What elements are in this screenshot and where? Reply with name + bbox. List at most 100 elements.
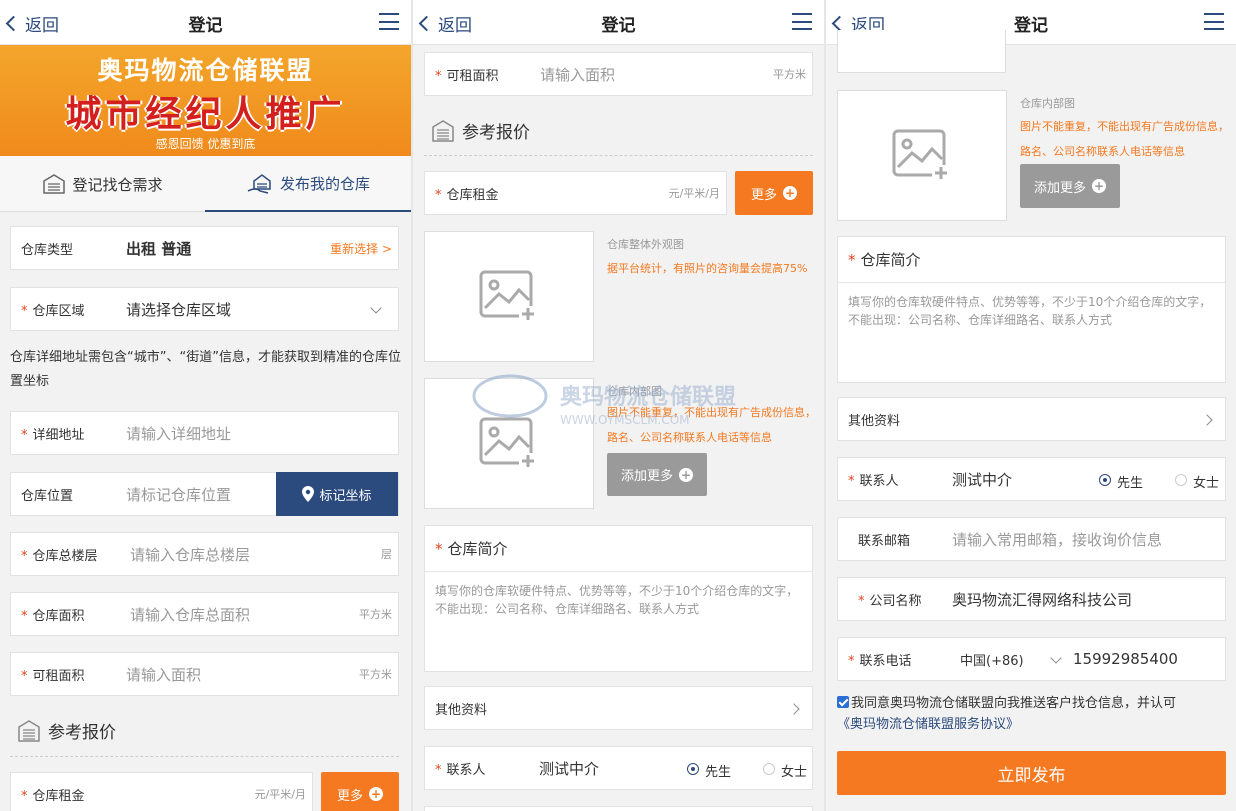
radio-mr-label: 先生 — [705, 765, 732, 780]
rent-area-placeholder: 请输入面积 — [126, 665, 202, 684]
add-more-label: 添加更多 — [620, 469, 673, 484]
other-info-label: 其他资料 — [848, 413, 901, 429]
area-field[interactable]: * 仓库面积 请输入仓库总面积 平方米 — [10, 592, 399, 636]
mark-button-label: 标记坐标 — [319, 488, 372, 504]
warehouse-icon — [18, 719, 40, 742]
radio-mr-label: 先生 — [1117, 476, 1144, 491]
email-label: 联系邮箱 — [858, 533, 911, 549]
exterior-image-upload[interactable] — [837, 30, 1006, 73]
warehouse-icon — [43, 174, 66, 194]
address-note: 仓库详细地址需包含“城市”、“街道”信息，才能获取到精准的仓库位置坐标 — [10, 350, 401, 389]
radio-ms[interactable] — [1175, 474, 1187, 486]
menu-icon[interactable] — [792, 13, 812, 30]
rent-unit: 元/平米/月 — [254, 788, 306, 801]
interior-image-upload[interactable] — [837, 90, 1007, 221]
area-label: 仓库面积 — [32, 608, 85, 624]
plus-circle-icon: + — [1092, 179, 1106, 193]
more-label: 更多 — [336, 788, 363, 804]
promo-banner[interactable]: 奥玛物流仓储联盟 城市经纪人推广 感恩回馈 优惠到底 — [0, 45, 411, 156]
interior-caption: 仓库内部图 — [1020, 97, 1075, 110]
chevron-right-icon — [1201, 414, 1213, 426]
radio-ms-label: 女士 — [781, 765, 808, 780]
rent-unit: 元/平米/月 — [668, 187, 720, 200]
image-upload-icon — [892, 129, 950, 181]
rent-area-placeholder: 请输入面积 — [540, 65, 616, 84]
agreement-checkbox[interactable] — [837, 696, 849, 708]
rentable-area-field[interactable]: * 可租面积 请输入面积 平方米 — [10, 652, 399, 696]
agreement-text: 我同意奥玛物流仓储联盟向我推送客户找仓信息，并认可 — [851, 696, 1177, 711]
tab-publish-warehouse[interactable]: 发布我的仓库 — [205, 156, 411, 212]
location-placeholder: 请标记仓库位置 — [126, 485, 232, 504]
email-field[interactable]: 联系邮箱 请输入常用邮箱，接收询价信息 — [837, 517, 1226, 561]
radio-mr[interactable] — [1099, 474, 1111, 486]
pricing-section-title: 参考报价 — [432, 118, 530, 143]
rent-field[interactable]: * 仓库租金 元/平米/月 — [424, 171, 727, 215]
country-code-select[interactable]: 中国(+86) — [960, 650, 1024, 669]
intro-textarea[interactable]: * 仓库简介 填写你的仓库软硬件特点、优势等等，不少于10个介绍仓库的文字，不能出… — [837, 236, 1226, 383]
publish-label: 立即发布 — [997, 765, 1066, 786]
watermark-logo: 奥玛物流仓储联盟 WWW.OYMSCLM.COM — [472, 374, 736, 427]
chevron-down-icon — [370, 302, 382, 314]
other-info-row[interactable]: 其他资料 — [837, 397, 1226, 441]
add-more-button[interactable]: 添加更多 + — [607, 453, 707, 496]
mode-tabs: 登记找仓需求 发布我的仓库 — [0, 156, 411, 212]
floors-unit: 层 — [381, 548, 392, 561]
divider — [425, 571, 812, 572]
contact-person-field[interactable]: * 联系人 测试中介 先生 女士 — [837, 457, 1226, 501]
divider — [10, 756, 399, 757]
floors-field[interactable]: * 仓库总楼层 请输入仓库总楼层 层 — [10, 532, 399, 576]
rentable-area-field[interactable]: * 可租面积 请输入面积 平方米 — [424, 52, 813, 96]
pricing-section-title: 参考报价 — [18, 718, 116, 743]
exterior-caption: 仓库整体外观图 — [607, 238, 684, 251]
menu-icon[interactable] — [379, 13, 399, 30]
contact-person-field[interactable]: * 联系人 测试中介 先生 女士 — [424, 746, 813, 790]
divider — [838, 282, 1225, 283]
phone-field[interactable]: * 联系电话 中国(+86) 15992985400 — [837, 637, 1226, 681]
intro-textarea[interactable]: * 仓库简介 填写你的仓库软硬件特点、优势等等，不少于10个介绍仓库的文字，不能出… — [424, 525, 813, 672]
mark-coordinates-button[interactable]: 标记坐标 — [276, 472, 398, 516]
radio-mr[interactable] — [687, 763, 699, 775]
more-button[interactable]: 更多 + — [321, 772, 399, 811]
company-field[interactable]: * 公司名称 奥玛物流汇得网络科技公司 — [837, 577, 1226, 621]
exterior-image-upload[interactable] — [424, 231, 594, 362]
phone-label: 联系电话 — [859, 653, 912, 669]
radio-ms[interactable] — [763, 763, 775, 775]
map-pin-icon — [302, 486, 315, 502]
area-unit: 平方米 — [359, 608, 392, 621]
chevron-down-icon — [1050, 652, 1062, 664]
add-more-label: 添加更多 — [1033, 180, 1086, 196]
intro-title: 仓库简介 — [447, 540, 508, 558]
plus-circle-icon: + — [783, 186, 797, 200]
warehouse-type-row[interactable]: 仓库类型 出租 普通 重新选择 > — [10, 226, 399, 270]
add-more-button[interactable]: 添加更多 + — [1020, 164, 1120, 208]
section-title-text: 参考报价 — [462, 123, 530, 143]
rent-area-label: 可租面积 — [32, 668, 85, 684]
agreement-link[interactable]: 《奥玛物流仓储联盟服务协议》 — [837, 717, 1019, 732]
rent-field[interactable]: * 仓库租金 元/平米/月 — [10, 772, 313, 811]
image-upload-icon — [479, 270, 537, 322]
email-placeholder: 请输入常用邮箱，接收询价信息 — [952, 530, 1163, 549]
menu-icon[interactable] — [1204, 13, 1224, 30]
publish-button[interactable]: 立即发布 — [837, 751, 1226, 795]
tab-label: 发布我的仓库 — [279, 174, 370, 193]
address-field[interactable]: * 详细地址 请输入详细地址 — [10, 411, 399, 455]
reselect-link[interactable]: 重新选择 > — [330, 240, 392, 257]
plus-circle-icon: + — [369, 787, 383, 801]
region-select[interactable]: * 仓库区域 请选择仓库区域 — [10, 287, 399, 331]
screen-1: 返回 登记 奥玛物流仓储联盟 城市经纪人推广 感恩回馈 优惠到底 登记找仓需求 … — [0, 0, 411, 811]
intro-placeholder: 填写你的仓库软硬件特点、优势等等，不少于10个介绍仓库的文字，不能出现：公司名称… — [435, 584, 799, 616]
company-label: 公司名称 — [869, 593, 922, 609]
region-label: 仓库区域 — [32, 303, 85, 319]
section-title-text: 参考报价 — [48, 723, 116, 743]
hand-warehouse-icon — [247, 174, 271, 194]
intro-title: 仓库简介 — [860, 251, 921, 269]
agreement: 我同意奥玛物流仓储联盟向我推送客户找仓信息，并认可 《奥玛物流仓储联盟服务协议》 — [837, 693, 1229, 735]
rent-area-unit: 平方米 — [359, 668, 392, 681]
more-button[interactable]: 更多 + — [735, 171, 813, 215]
banner-brand: 奥玛物流仓储联盟 — [97, 56, 314, 85]
email-field[interactable] — [424, 806, 813, 811]
top-bar: 返回 登记 — [413, 0, 824, 45]
other-info-row[interactable]: 其他资料 — [424, 686, 813, 730]
phone-value: 15992985400 — [1073, 650, 1178, 668]
tab-find-warehouse[interactable]: 登记找仓需求 — [0, 156, 205, 212]
